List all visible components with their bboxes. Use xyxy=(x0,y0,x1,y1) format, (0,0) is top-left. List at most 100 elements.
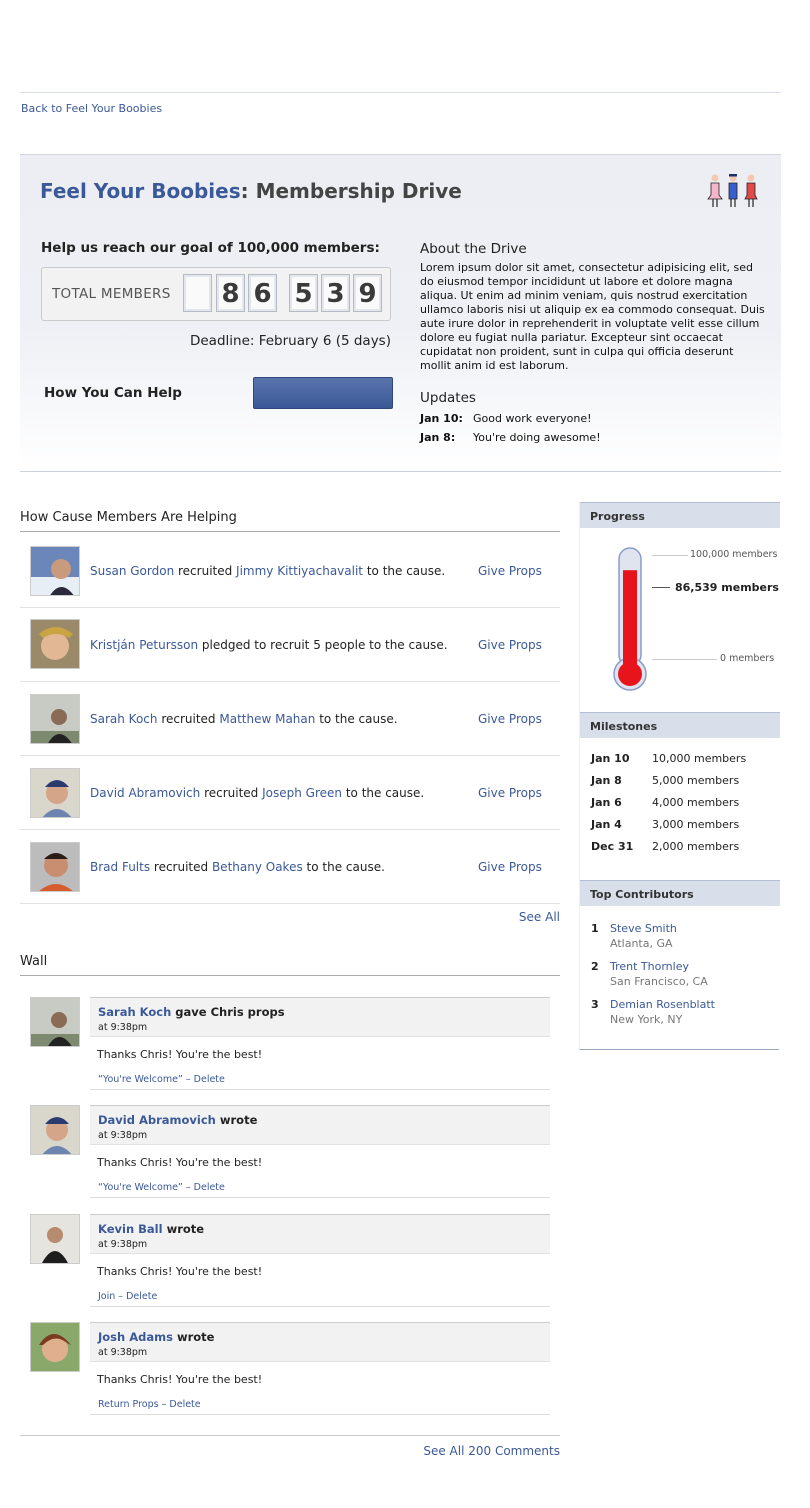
member-link[interactable]: Brad Fults xyxy=(90,860,150,874)
post-actions: Join – Delete xyxy=(98,1291,157,1302)
post-actions: Return Props – Delete xyxy=(98,1399,201,1410)
helping-rest: to the cause. xyxy=(363,564,446,578)
helping-text: Sarah Koch recruited Matthew Mahan to th… xyxy=(90,712,398,726)
delete-link[interactable]: Delete xyxy=(194,1074,225,1085)
contributor-rank: 2 xyxy=(591,960,599,973)
action-separator: – xyxy=(115,1291,127,1302)
update-text: You're doing awesome! xyxy=(473,431,601,444)
post-time: at 9:38pm xyxy=(98,1022,148,1033)
post-author-line: Josh Adams wrote xyxy=(98,1330,214,1344)
avatar[interactable] xyxy=(30,997,80,1047)
return-props-link[interactable]: Return Props xyxy=(98,1399,159,1410)
contributor-link[interactable]: Steve Smith xyxy=(610,922,677,935)
recruit-link[interactable]: Bethany Oakes xyxy=(212,860,303,874)
current-label: 86,539 members xyxy=(675,581,779,594)
post-action-link[interactable]: “You're Welcome” xyxy=(98,1074,183,1085)
deadline-text: Deadline: February 6 (5 days) xyxy=(189,333,391,349)
member-link[interactable]: Sarah Koch xyxy=(90,712,158,726)
member-counter: TOTAL MEMBERS 8 6 5 3 9 xyxy=(41,267,391,321)
about-text: Lorem ipsum dolor sit amet, consectetur … xyxy=(420,261,765,372)
helping-verb: recruited xyxy=(157,712,220,726)
wall-bottom-divider xyxy=(20,1435,560,1436)
see-all-comments-link[interactable]: See All 200 Comments xyxy=(423,1444,560,1458)
helping-rest: to the cause. xyxy=(342,786,425,800)
post-body: Thanks Chris! You're the best! xyxy=(97,1048,263,1061)
avatar[interactable] xyxy=(30,619,80,669)
post-time: at 9:38pm xyxy=(98,1130,148,1141)
contributor-rank: 3 xyxy=(591,998,599,1011)
give-props-link[interactable]: Give Props xyxy=(478,712,542,726)
update-date: Jan 8: xyxy=(420,431,456,444)
milestone-text: 3,000 members xyxy=(652,818,740,831)
counter-digit xyxy=(183,274,212,312)
post-header: Josh Adams wrote at 9:38pm xyxy=(90,1322,550,1362)
goal-text: Help us reach our goal of 100,000 member… xyxy=(41,240,380,256)
milestone-date: Jan 4 xyxy=(591,818,622,831)
helping-row: Susan Gordon recruited Jimmy Kittiyachav… xyxy=(20,534,560,608)
post-actions: “You're Welcome” – Delete xyxy=(98,1074,225,1085)
avatar[interactable] xyxy=(30,1322,80,1372)
post-body: Thanks Chris! You're the best! xyxy=(97,1373,263,1386)
delete-link[interactable]: Delete xyxy=(194,1182,225,1193)
helping-text: Brad Fults recruited Bethany Oakes to th… xyxy=(90,860,385,874)
milestone-text: 4,000 members xyxy=(652,796,740,809)
post-author-link[interactable]: Kevin Ball xyxy=(98,1222,163,1236)
contributor-link[interactable]: Demian Rosenblatt xyxy=(610,998,715,1011)
helping-verb: recruited xyxy=(150,860,212,874)
post-action-link[interactable]: “You're Welcome” xyxy=(98,1182,183,1193)
give-props-link[interactable]: Give Props xyxy=(478,860,542,874)
contributor-location: New York, NY xyxy=(610,1013,683,1026)
post-author-line: Sarah Koch gave Chris props xyxy=(98,1005,285,1019)
avatar[interactable] xyxy=(30,694,80,744)
counter-digit: 9 xyxy=(353,274,382,312)
post-author-link[interactable]: Josh Adams xyxy=(98,1330,173,1344)
milestone-date: Jan 10 xyxy=(591,752,630,765)
milestone-row: Jan 4 3,000 members xyxy=(591,818,739,831)
post-author-link[interactable]: David Abramovich xyxy=(98,1113,216,1127)
helping-text: David Abramovich recruited Joseph Green … xyxy=(90,786,424,800)
milestone-date: Jan 8 xyxy=(591,774,622,787)
member-link[interactable]: Susan Gordon xyxy=(90,564,174,578)
counter-digit: 6 xyxy=(248,274,277,312)
milestone-text: 2,000 members xyxy=(652,840,740,853)
how-you-can-help-label: How You Can Help xyxy=(44,385,182,401)
counter-digit: 5 xyxy=(289,274,318,312)
give-props-link[interactable]: Give Props xyxy=(478,638,542,652)
update-date: Jan 10: xyxy=(420,412,463,425)
member-link[interactable]: David Abramovich xyxy=(90,786,200,800)
recruit-link[interactable]: Jimmy Kittiyachavalit xyxy=(236,564,363,578)
delete-link[interactable]: Delete xyxy=(169,1399,200,1410)
avatar[interactable] xyxy=(30,768,80,818)
wall-title: Wall xyxy=(20,954,560,976)
post-divider xyxy=(90,1306,550,1307)
updates-title: Updates xyxy=(420,390,476,406)
avatar[interactable] xyxy=(30,546,80,596)
helping-row: Brad Fults recruited Bethany Oakes to th… xyxy=(20,830,560,904)
recruit-link[interactable]: Matthew Mahan xyxy=(219,712,315,726)
how-you-can-help-button[interactable] xyxy=(253,377,393,409)
cause-name-link[interactable]: Feel Your Boobies xyxy=(40,179,241,203)
avatar[interactable] xyxy=(30,1214,80,1264)
give-props-link[interactable]: Give Props xyxy=(478,564,542,578)
post-header: Kevin Ball wrote at 9:38pm xyxy=(90,1214,550,1254)
helping-text: Susan Gordon recruited Jimmy Kittiyachav… xyxy=(90,564,445,578)
sidebar: Progress 100,000 members 86,539 members … xyxy=(579,502,780,1050)
join-link[interactable]: Join xyxy=(98,1291,115,1302)
post-divider xyxy=(90,1089,550,1090)
member-link[interactable]: Kristján Petursson xyxy=(90,638,198,652)
post-author-line: David Abramovich wrote xyxy=(98,1113,257,1127)
helping-text: Kristján Petursson pledged to recruit 5 … xyxy=(90,638,448,652)
delete-link[interactable]: Delete xyxy=(126,1291,157,1302)
progress-header: Progress xyxy=(580,502,780,528)
milestone-row: Jan 10 10,000 members xyxy=(591,752,746,765)
give-props-link[interactable]: Give Props xyxy=(478,786,542,800)
contributor-link[interactable]: Trent Thornley xyxy=(610,960,689,973)
avatar[interactable] xyxy=(30,1105,80,1155)
see-all-link[interactable]: See All xyxy=(519,910,560,924)
avatar[interactable] xyxy=(30,842,80,892)
back-link[interactable]: Back to Feel Your Boobies xyxy=(21,102,162,115)
action-separator: – xyxy=(182,1182,194,1193)
post-author-link[interactable]: Sarah Koch xyxy=(98,1005,171,1019)
recruit-link[interactable]: Joseph Green xyxy=(262,786,342,800)
post-header: Sarah Koch gave Chris props at 9:38pm xyxy=(90,997,550,1037)
